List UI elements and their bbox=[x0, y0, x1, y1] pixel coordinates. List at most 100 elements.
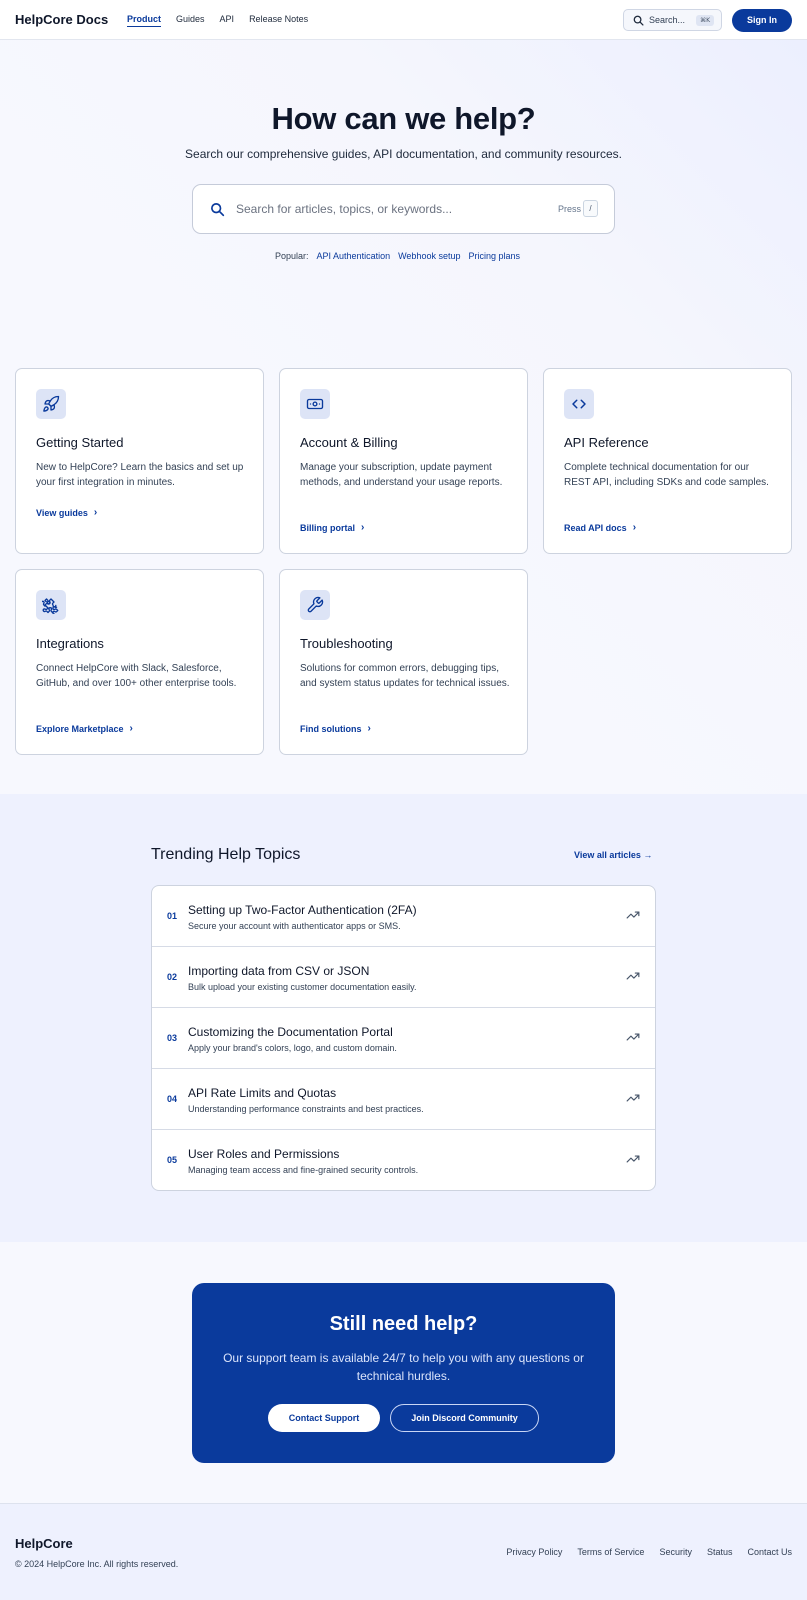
item-title: Importing data from CSV or JSON bbox=[188, 964, 370, 978]
card-description: Manage your subscription, update payment… bbox=[300, 462, 503, 488]
card-account-billing[interactable]: Account & Billing Manage your subscripti… bbox=[279, 368, 528, 554]
card-title: API Reference bbox=[564, 435, 649, 450]
popular-link-webhook-setup[interactable]: Webhook setup bbox=[398, 251, 460, 261]
footer-link-terms-of-service[interactable]: Terms of Service bbox=[577, 1547, 644, 1557]
trending-item-import[interactable]: 02 Importing data from CSV or JSON Bulk … bbox=[152, 947, 655, 1008]
footer-link-contact-us[interactable]: Contact Us bbox=[747, 1547, 792, 1557]
item-subtitle: Apply your brand's colors, logo, and cus… bbox=[188, 1043, 397, 1053]
popular-link-api-authentication[interactable]: API Authentication bbox=[317, 251, 391, 261]
header-search-button[interactable]: Search... ⌘K bbox=[623, 9, 722, 31]
card-link-label: Explore Marketplace bbox=[36, 723, 124, 734]
footer-link-privacy-policy[interactable]: Privacy Policy bbox=[506, 1547, 562, 1557]
nav-item-guides[interactable]: Guides bbox=[176, 14, 205, 27]
search-shortcut-badge: ⌘K bbox=[696, 15, 714, 26]
trending-up-icon bbox=[626, 969, 640, 983]
chevron-right-icon: › bbox=[367, 723, 371, 734]
contact-support-button[interactable]: Contact Support bbox=[268, 1404, 380, 1432]
page-title: How can we help? bbox=[271, 101, 536, 136]
search-icon bbox=[633, 15, 644, 26]
nav-item-api[interactable]: API bbox=[220, 14, 235, 27]
item-subtitle: Understanding performance constraints an… bbox=[188, 1104, 424, 1114]
chevron-right-icon: › bbox=[632, 522, 637, 533]
chevron-right-icon: › bbox=[361, 522, 365, 533]
puzzle-icon bbox=[36, 590, 66, 620]
hero-search-box: Press / bbox=[192, 184, 615, 234]
cta-subtitle: Our support team is available 24/7 to he… bbox=[223, 1351, 584, 1383]
card-link-label: View guides bbox=[36, 507, 88, 518]
nav-item-product[interactable]: Product bbox=[127, 14, 162, 27]
trending-list: 01 Setting up Two-Factor Authentication … bbox=[151, 885, 656, 1191]
card-description: Complete technical documentation for our… bbox=[564, 462, 769, 488]
billing-portal-link[interactable]: Billing portal › bbox=[300, 522, 364, 533]
cta-title: Still need help? bbox=[329, 1313, 478, 1335]
item-number: 04 bbox=[167, 1094, 178, 1104]
trending-section: Trending Help Topics View all articles →… bbox=[0, 794, 807, 1242]
card-link-label: Billing portal bbox=[300, 522, 355, 533]
footer-link-security[interactable]: Security bbox=[659, 1547, 692, 1557]
rocket-icon bbox=[36, 389, 66, 419]
trending-item-2fa[interactable]: 01 Setting up Two-Factor Authentication … bbox=[152, 886, 655, 947]
nav-item-release-notes[interactable]: Release Notes bbox=[249, 14, 308, 27]
wrench-icon bbox=[300, 590, 330, 620]
trending-up-icon bbox=[626, 1091, 640, 1105]
item-title: User Roles and Permissions bbox=[188, 1147, 340, 1161]
popular-label: Popular: bbox=[275, 251, 309, 261]
trending-item-user-roles[interactable]: 05 User Roles and Permissions Managing t… bbox=[152, 1130, 655, 1190]
item-number: 03 bbox=[167, 1033, 178, 1043]
trending-item-rate-limits[interactable]: 04 API Rate Limits and Quotas Understand… bbox=[152, 1069, 655, 1130]
card-link-label: Read API docs bbox=[564, 522, 627, 533]
card-title: Integrations bbox=[36, 636, 104, 651]
explore-marketplace-link[interactable]: Explore Marketplace › bbox=[36, 723, 133, 734]
view-all-articles-link[interactable]: View all articles → bbox=[574, 850, 652, 860]
sign-in-button[interactable]: Sign In bbox=[732, 9, 792, 32]
footer: HelpCore © 2024 HelpCore Inc. All rights… bbox=[0, 1503, 807, 1600]
card-link-label: Find solutions bbox=[300, 723, 362, 734]
card-integrations[interactable]: Integrations Connect HelpCore with Slack… bbox=[15, 569, 264, 755]
support-cta-panel: Still need help? Our support team is ava… bbox=[192, 1283, 615, 1463]
hero-subtitle: Search our comprehensive guides, API doc… bbox=[185, 147, 622, 161]
item-title: API Rate Limits and Quotas bbox=[188, 1086, 337, 1100]
item-subtitle: Secure your account with authenticator a… bbox=[188, 921, 401, 931]
join-discord-button[interactable]: Join Discord Community bbox=[390, 1404, 539, 1432]
item-number: 02 bbox=[167, 972, 178, 982]
footer-links: Privacy Policy Terms of Service Security… bbox=[491, 1547, 792, 1557]
card-troubleshooting[interactable]: Troubleshooting Solutions for common err… bbox=[279, 569, 528, 755]
code-icon bbox=[564, 389, 594, 419]
item-subtitle: Bulk upload your existing customer docum… bbox=[188, 982, 417, 992]
view-guides-link[interactable]: View guides › bbox=[36, 507, 97, 518]
billing-icon bbox=[300, 389, 330, 419]
trending-up-icon bbox=[626, 908, 640, 922]
footer-copyright: © 2024 HelpCore Inc. All rights reserved… bbox=[15, 1559, 179, 1569]
card-api-reference[interactable]: API Reference Complete technical documen… bbox=[543, 368, 792, 554]
card-title: Getting Started bbox=[36, 435, 124, 450]
card-description: New to HelpCore? Learn the basics and se… bbox=[36, 462, 244, 488]
slash-shortcut-key: / bbox=[583, 200, 598, 217]
brand-logo[interactable]: HelpCore Docs bbox=[15, 12, 108, 27]
card-getting-started[interactable]: Getting Started New to HelpCore? Learn t… bbox=[15, 368, 264, 554]
chevron-right-icon: › bbox=[93, 507, 98, 518]
item-subtitle: Managing team access and fine-grained se… bbox=[188, 1165, 419, 1175]
card-title: Account & Billing bbox=[300, 435, 398, 450]
read-api-docs-link[interactable]: Read API docs › bbox=[564, 522, 636, 533]
trending-title: Trending Help Topics bbox=[151, 846, 301, 863]
popular-searches: Popular: API Authentication Webhook setu… bbox=[275, 251, 528, 261]
footer-link-status[interactable]: Status bbox=[707, 1547, 733, 1557]
item-number: 05 bbox=[167, 1155, 178, 1165]
trending-item-customizing[interactable]: 03 Customizing the Documentation Portal … bbox=[152, 1008, 655, 1069]
item-title: Customizing the Documentation Portal bbox=[188, 1025, 393, 1039]
search-input[interactable] bbox=[236, 199, 536, 219]
top-nav-bar: HelpCore Docs Product Guides API Release… bbox=[0, 0, 807, 40]
find-solutions-link[interactable]: Find solutions › bbox=[300, 723, 371, 734]
main-nav: Product Guides API Release Notes bbox=[127, 14, 323, 27]
card-description: Solutions for common errors, debugging t… bbox=[300, 663, 510, 689]
header-search-label: Search... bbox=[649, 15, 686, 25]
press-label: Press bbox=[558, 204, 582, 214]
footer-brand: HelpCore bbox=[15, 1536, 73, 1551]
trending-up-icon bbox=[626, 1152, 640, 1166]
search-icon bbox=[210, 202, 225, 217]
item-title: Setting up Two-Factor Authentication (2F… bbox=[188, 903, 417, 917]
card-title: Troubleshooting bbox=[300, 636, 393, 651]
popular-link-pricing-plans[interactable]: Pricing plans bbox=[468, 251, 520, 261]
chevron-right-icon: › bbox=[129, 723, 133, 734]
item-number: 01 bbox=[167, 911, 178, 921]
